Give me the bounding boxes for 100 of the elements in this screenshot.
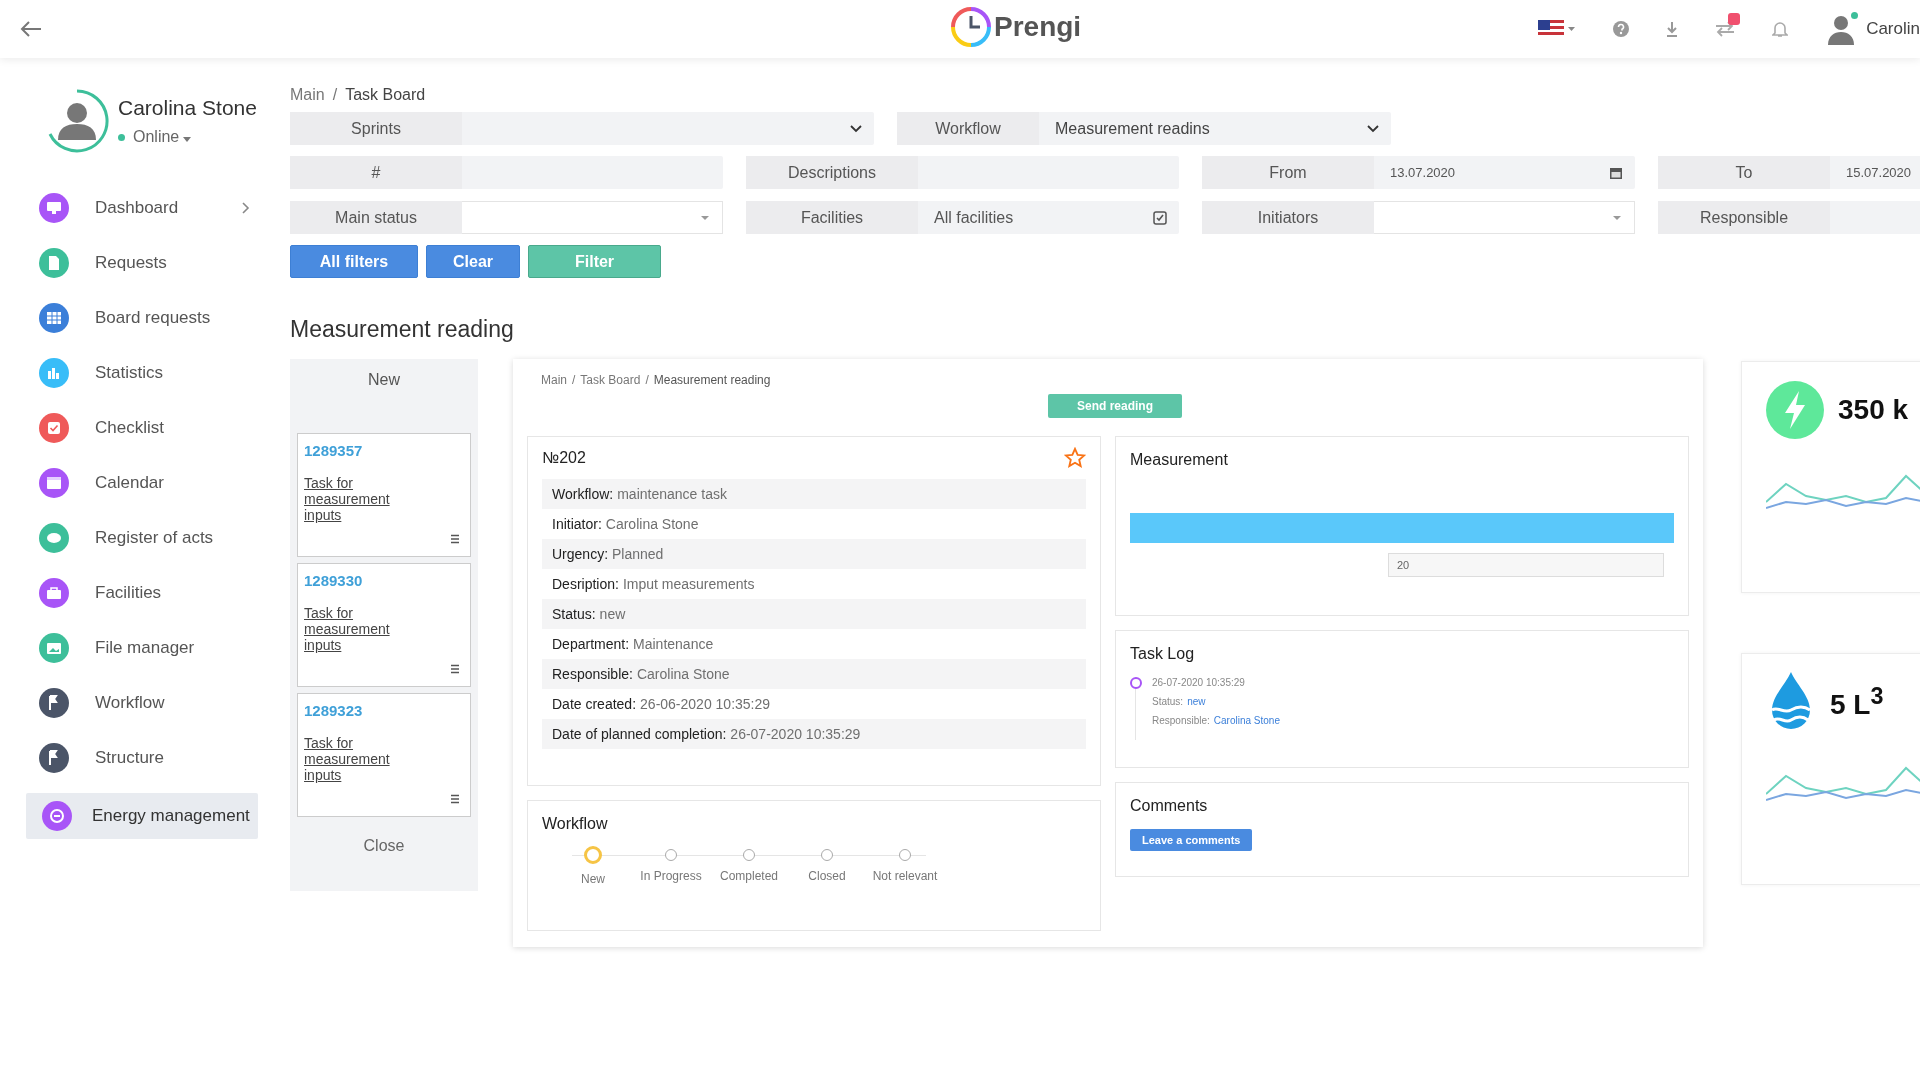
- sidebar-item[interactable]: File manager: [26, 628, 258, 668]
- input-field[interactable]: 20: [1388, 553, 1664, 577]
- task-title-link[interactable]: Task for measurement inputs: [304, 605, 404, 654]
- sidebar-item[interactable]: Workflow: [26, 683, 258, 723]
- card-title: Task Log: [1130, 645, 1196, 663]
- sidebar-label: Calendar: [95, 473, 164, 493]
- filter-field[interactable]: #: [290, 156, 723, 189]
- sidebar-item[interactable]: Calendar: [26, 463, 258, 503]
- field-label: Initiator:: [552, 516, 602, 532]
- sidebar-item[interactable]: Register of acts: [26, 518, 258, 558]
- sidebar-item[interactable]: Board requests: [26, 298, 258, 338]
- filter-field[interactable]: To 15.07.2020: [1658, 156, 1920, 189]
- filter-value: All facilities: [934, 208, 1014, 227]
- sidebar-label: File manager: [95, 638, 195, 658]
- step-indicator[interactable]: [821, 849, 833, 861]
- filter-field[interactable]: Main status: [290, 201, 723, 234]
- field-label: Workflow:: [552, 486, 614, 502]
- log-link[interactable]: new: [1187, 696, 1206, 707]
- filter-label: From: [1202, 156, 1374, 189]
- breadcrumb-link[interactable]: Main: [541, 373, 567, 387]
- field-value: Carolina Stone: [636, 666, 730, 682]
- back-arrow-icon[interactable]: [20, 20, 42, 38]
- card-title: Measurement: [1130, 451, 1229, 469]
- close-button[interactable]: Close: [290, 823, 478, 891]
- log-link[interactable]: Carolina Stone: [1213, 715, 1280, 726]
- breadcrumb-link[interactable]: Measurement reading: [653, 373, 771, 387]
- sidebar-item[interactable]: Checklist: [26, 408, 258, 448]
- meter-reading: 350 k: [1838, 394, 1909, 426]
- calendar-icon: [1609, 165, 1623, 180]
- filter-field[interactable]: Sprints: [290, 112, 874, 145]
- filter-field[interactable]: Facilities All facilities: [746, 201, 1179, 234]
- card-title: Comments: [1130, 797, 1209, 815]
- sidebar-label: Requests: [95, 253, 167, 273]
- task-card[interactable]: 1289330 Task for measurement inputs: [297, 563, 471, 687]
- sidebar-item[interactable]: Facilities: [26, 573, 258, 613]
- filter-value: Measurement readins: [1055, 119, 1210, 138]
- field-label: Urgency:: [552, 546, 609, 562]
- filter-label: #: [290, 156, 462, 189]
- breadcrumb-link[interactable]: Task Board: [345, 86, 426, 104]
- sidebar-item[interactable]: Dashboard: [26, 188, 258, 228]
- filter-value: 13.07.2020: [1390, 165, 1456, 180]
- section-title: Measurement reading: [290, 316, 515, 343]
- task-title-link[interactable]: Task for measurement inputs: [304, 475, 404, 524]
- sidebar-label: Register of acts: [95, 528, 214, 548]
- chevron-down-icon: [850, 124, 862, 133]
- online-dot-icon: [1851, 12, 1859, 19]
- sidebar-label: Energy management: [92, 806, 250, 826]
- user-name[interactable]: Carolin: [1866, 19, 1920, 39]
- breadcrumb-separator: /: [332, 86, 338, 104]
- step-indicator[interactable]: [743, 849, 755, 861]
- step-indicator[interactable]: [899, 849, 911, 861]
- star-icon[interactable]: [1064, 447, 1086, 469]
- breadcrumb-separator: /: [572, 373, 576, 387]
- filter-field[interactable]: Descriptions: [746, 156, 1179, 189]
- chevron-right-icon[interactable]: [242, 202, 250, 214]
- step-indicator[interactable]: [665, 849, 677, 861]
- filter-field[interactable]: From 13.07.2020: [1202, 156, 1635, 189]
- task-card[interactable]: 1289357 Task for measurement inputs: [297, 433, 471, 557]
- flag-icon[interactable]: [1538, 20, 1577, 38]
- step-indicator[interactable]: [584, 846, 602, 864]
- sidebar-item[interactable]: Structure: [26, 738, 258, 778]
- lightning-icon: [1766, 381, 1824, 439]
- menu-icon[interactable]: [450, 794, 460, 804]
- bell-icon[interactable]: [1772, 20, 1789, 38]
- sidebar-item[interactable]: Energy management: [26, 793, 258, 839]
- filter-field[interactable]: Responsible: [1658, 201, 1920, 234]
- log-label: Responsible:: [1152, 715, 1210, 726]
- task-number: №202: [542, 449, 586, 467]
- breadcrumb-link[interactable]: Task Board: [580, 373, 641, 387]
- sidebar-label: Checklist: [95, 418, 164, 438]
- swap-arrows-icon[interactable]: [1714, 21, 1737, 37]
- filter-label: To: [1658, 156, 1830, 189]
- filter-label: Workflow: [897, 112, 1039, 145]
- field-value: Planned: [612, 546, 664, 562]
- field-label: Department:: [552, 636, 630, 652]
- task-card[interactable]: 1289323 Task for measurement inputs: [297, 693, 471, 817]
- download-icon[interactable]: [1666, 21, 1679, 37]
- sidebar-label: Workflow: [95, 693, 165, 713]
- breadcrumb-link[interactable]: Main: [290, 86, 325, 104]
- status-dropdown[interactable]: Online: [118, 128, 257, 146]
- field-label: Responsible:: [552, 666, 633, 682]
- field-value: maintenance task: [617, 486, 727, 502]
- sidebar-label: Dashboard: [95, 198, 179, 218]
- menu-icon[interactable]: [450, 534, 460, 544]
- filter-field[interactable]: Initiators: [1202, 201, 1635, 234]
- log-time: 26-07-2020 10:35:29: [1152, 677, 1246, 688]
- filter-label: Descriptions: [746, 156, 918, 189]
- field-value: new: [599, 606, 626, 622]
- filter-field[interactable]: Workflow Measurement readins: [897, 112, 1391, 145]
- sidebar-label: Facilities: [95, 583, 162, 603]
- filter-label: Sprints: [290, 112, 462, 145]
- filter-value: 15.07.2020: [1846, 165, 1912, 180]
- menu-icon[interactable]: [450, 664, 460, 674]
- field-label: Date created:: [552, 696, 637, 712]
- sidebar-item[interactable]: Requests: [26, 243, 258, 283]
- timeline-dot-icon: [1130, 677, 1142, 689]
- field-label: Status:: [552, 606, 596, 622]
- help-icon[interactable]: [1612, 20, 1631, 38]
- sidebar-item[interactable]: Statistics: [26, 353, 258, 393]
- task-title-link[interactable]: Task for measurement inputs: [304, 735, 404, 784]
